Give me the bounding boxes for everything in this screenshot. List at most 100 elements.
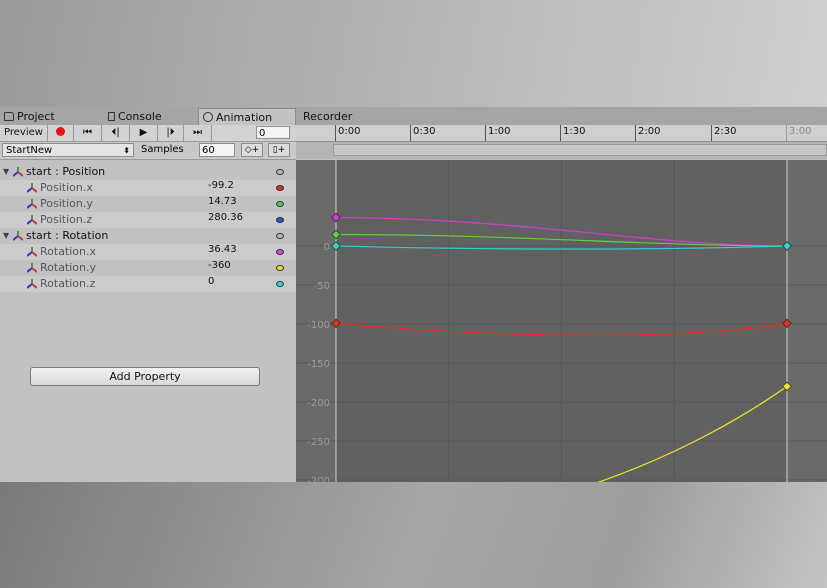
property-list: ▼ start : Position Position.x -99.2 Posi…: [0, 160, 296, 482]
property-value[interactable]: -99.2: [208, 178, 234, 194]
play-icon: ▶: [139, 127, 148, 138]
last-key-icon: ⏭: [193, 127, 202, 138]
prev-key-icon: ⏴|: [111, 127, 120, 138]
first-keyframe-button[interactable]: ⏮: [74, 125, 102, 141]
y-axis-label: -150: [307, 359, 330, 370]
curve-toggle-icon[interactable]: [276, 233, 284, 239]
y-axis-label: -100: [307, 320, 330, 331]
property-name: Rotation.y: [40, 261, 97, 274]
property-name: Rotation.x: [40, 245, 97, 258]
add-event-icon: ▯+: [272, 145, 286, 155]
property-group-position[interactable]: ▼ start : Position: [0, 164, 296, 180]
add-event-button[interactable]: ▯+: [268, 143, 290, 157]
samples-input[interactable]: 60: [199, 143, 235, 157]
property-value[interactable]: 36.43: [208, 242, 237, 258]
foldout-arrow-icon[interactable]: ▼: [3, 164, 9, 180]
property-value[interactable]: 14.73: [208, 194, 237, 210]
record-button[interactable]: [48, 125, 74, 141]
curve-color-icon[interactable]: [276, 217, 284, 223]
property-name: Position.x: [40, 181, 93, 194]
previous-keyframe-button[interactable]: ⏴|: [102, 125, 130, 141]
timeline-scrollbar[interactable]: [296, 142, 827, 159]
chevron-updown-icon: ⬍: [123, 146, 130, 155]
curve-color-icon[interactable]: [276, 265, 284, 271]
clip-dropdown[interactable]: StartNew ⬍: [2, 143, 134, 157]
ruler-label: 0:30: [410, 125, 435, 141]
play-button[interactable]: ▶: [130, 125, 158, 141]
property-row[interactable]: Position.x -99.2: [0, 180, 296, 196]
transform-icon: [27, 215, 37, 225]
curve-color-icon[interactable]: [276, 201, 284, 207]
y-axis-label: -250: [307, 437, 330, 448]
ruler-label: 0:00: [335, 125, 360, 141]
property-row[interactable]: Rotation.x 36.43: [0, 244, 296, 260]
last-keyframe-button[interactable]: ⏭: [184, 125, 212, 141]
property-name: Position.z: [40, 213, 93, 226]
ruler-label: 2:30: [711, 125, 736, 141]
tab-animation-label: Animation: [216, 111, 273, 124]
y-axis-label: -300: [307, 476, 330, 482]
next-keyframe-button[interactable]: |⏵: [158, 125, 184, 141]
y-axis-label: 0: [324, 242, 330, 253]
preview-button[interactable]: Preview: [0, 125, 48, 141]
timeline-ruler[interactable]: 0:00 0:30 1:00 1:30 2:00 2:30 3:00: [296, 125, 827, 142]
transform-icon: [13, 167, 23, 177]
tab-console[interactable]: Console: [104, 108, 196, 125]
property-value[interactable]: -360: [208, 258, 231, 274]
curve-editor[interactable]: 0-50-100-150-200-250-300-350: [296, 160, 827, 482]
property-group-label: start : Position: [26, 165, 106, 178]
property-name: Rotation.z: [40, 277, 96, 290]
scrollbar-thumb[interactable]: [333, 144, 827, 156]
clip-name: StartNew: [6, 145, 53, 156]
tab-bar: Project Console Animation Recorder: [0, 107, 827, 126]
transform-icon: [13, 231, 23, 241]
transform-icon: [27, 263, 37, 273]
samples-label: Samples: [141, 144, 184, 155]
transform-icon: [27, 279, 37, 289]
transform-icon: [27, 183, 37, 193]
ruler-label: 1:30: [560, 125, 585, 141]
tab-animation[interactable]: Animation: [198, 108, 296, 125]
property-row[interactable]: Rotation.z 0: [0, 276, 296, 292]
property-row[interactable]: Position.z 280.36: [0, 212, 296, 228]
tab-project[interactable]: Project: [0, 108, 100, 125]
foldout-arrow-icon[interactable]: ▼: [3, 228, 9, 244]
tab-console-label: Console: [118, 110, 162, 123]
console-icon: [108, 112, 115, 121]
curve-color-icon[interactable]: [276, 281, 284, 287]
folder-icon: [4, 112, 14, 121]
property-row[interactable]: Position.y 14.73: [0, 196, 296, 212]
preview-label: Preview: [4, 127, 43, 138]
curve-toggle-icon[interactable]: [276, 169, 284, 175]
next-key-icon: |⏵: [166, 127, 175, 138]
background-top: [0, 0, 827, 107]
y-axis-label: -50: [314, 281, 330, 292]
animation-window: Project Console Animation Recorder Previ…: [0, 107, 827, 482]
add-keyframe-button[interactable]: ◇+: [241, 143, 263, 157]
clip-row: StartNew ⬍ Samples 60 ◇+ ▯+: [0, 142, 296, 160]
tab-recorder[interactable]: Recorder: [299, 108, 379, 125]
property-group-label: start : Rotation: [26, 229, 109, 242]
property-value[interactable]: 0: [208, 274, 214, 290]
add-keyframe-icon: ◇+: [244, 145, 260, 155]
property-group-rotation[interactable]: ▼ start : Rotation: [0, 228, 296, 244]
clock-icon: [203, 112, 213, 122]
transform-icon: [27, 247, 37, 257]
tab-recorder-label: Recorder: [303, 110, 353, 123]
post-clip-region: [787, 160, 827, 482]
curve-graph[interactable]: 0-50-100-150-200-250-300-350: [296, 160, 827, 482]
playback-toolbar: Preview ⏮ ⏴| ▶ |⏵ ⏭ 0: [0, 125, 296, 142]
background-bottom: [0, 482, 827, 588]
ruler-label: 3:00: [786, 125, 811, 141]
frame-input[interactable]: 0: [256, 126, 290, 139]
curve-color-icon[interactable]: [276, 249, 284, 255]
property-row[interactable]: Rotation.y -360: [0, 260, 296, 276]
record-icon: [56, 127, 65, 136]
add-property-button[interactable]: Add Property: [30, 367, 260, 386]
curve-color-icon[interactable]: [276, 185, 284, 191]
ruler-label: 2:00: [635, 125, 660, 141]
property-value[interactable]: 280.36: [208, 210, 243, 226]
ruler-label: 1:00: [485, 125, 510, 141]
first-key-icon: ⏮: [83, 127, 92, 138]
y-axis-label: -200: [307, 398, 330, 409]
